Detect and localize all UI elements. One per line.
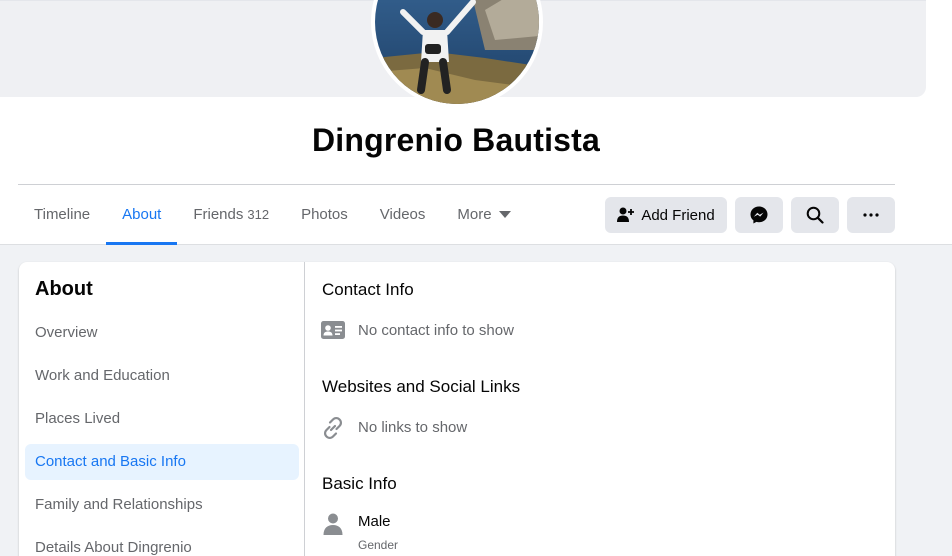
tab-label: Friends [193, 206, 244, 223]
nav-label: Work and Education [35, 367, 170, 384]
about-card: About Overview Work and Education Places… [19, 262, 895, 556]
about-sidebar: About Overview Work and Education Places… [19, 262, 305, 556]
nav-label: Places Lived [35, 410, 121, 427]
websites-heading: Websites and Social Links [322, 377, 521, 396]
search-icon [806, 206, 824, 224]
add-friend-icon [617, 207, 635, 222]
basic-info-heading: Basic Info [322, 474, 397, 493]
about-nav-family-relationships[interactable]: Family and Relationships [25, 487, 299, 523]
contact-info-empty-text: No contact info to show [358, 322, 514, 339]
more-options-button[interactable] [847, 197, 895, 233]
about-nav-work-education[interactable]: Work and Education [25, 358, 299, 394]
about-title: About [35, 278, 93, 300]
profile-name: Dingrenio Bautista [311, 122, 601, 158]
gender-label: Gender [358, 538, 399, 552]
nav-label: Contact and Basic Info [35, 453, 186, 470]
header-divider [18, 184, 895, 185]
about-nav-places-lived[interactable]: Places Lived [25, 401, 299, 437]
contact-info-heading: Contact Info [322, 280, 414, 299]
tab-more[interactable]: More [441, 186, 526, 245]
nav-label: Details About Dingrenio [35, 539, 192, 556]
friends-count: 312 [247, 207, 270, 222]
tab-label: Photos [301, 206, 348, 223]
add-friend-label: Add Friend [641, 206, 715, 224]
ellipsis-icon [863, 213, 879, 217]
tab-label: About [122, 206, 162, 223]
person-icon [323, 513, 343, 535]
profile-tabs: Timeline About Friends 312 Photos Videos … [18, 186, 527, 245]
tab-label: Videos [379, 206, 426, 223]
about-nav-overview[interactable]: Overview [25, 315, 299, 351]
about-nav-details[interactable]: Details About Dingrenio [25, 530, 299, 556]
caret-down-icon [498, 211, 511, 218]
tab-friends[interactable]: Friends 312 [177, 186, 285, 245]
message-button[interactable] [735, 197, 783, 233]
tab-photos[interactable]: Photos [285, 186, 364, 245]
messenger-icon [750, 206, 768, 224]
contact-card-icon [321, 321, 345, 339]
about-nav-contact-basic-info[interactable]: Contact and Basic Info [25, 444, 299, 480]
nav-label: Overview [35, 324, 98, 341]
tab-label: Timeline [34, 206, 91, 223]
add-friend-button[interactable]: Add Friend [605, 197, 727, 233]
search-button[interactable] [791, 197, 839, 233]
tab-label: More [457, 206, 492, 223]
tab-videos[interactable]: Videos [364, 186, 442, 245]
nav-label: Family and Relationships [35, 496, 203, 513]
link-icon [323, 416, 343, 440]
tab-about[interactable]: About [106, 186, 178, 245]
links-empty-text: No links to show [358, 419, 468, 436]
gender-value: Male [358, 513, 391, 530]
tab-timeline[interactable]: Timeline [18, 186, 106, 245]
